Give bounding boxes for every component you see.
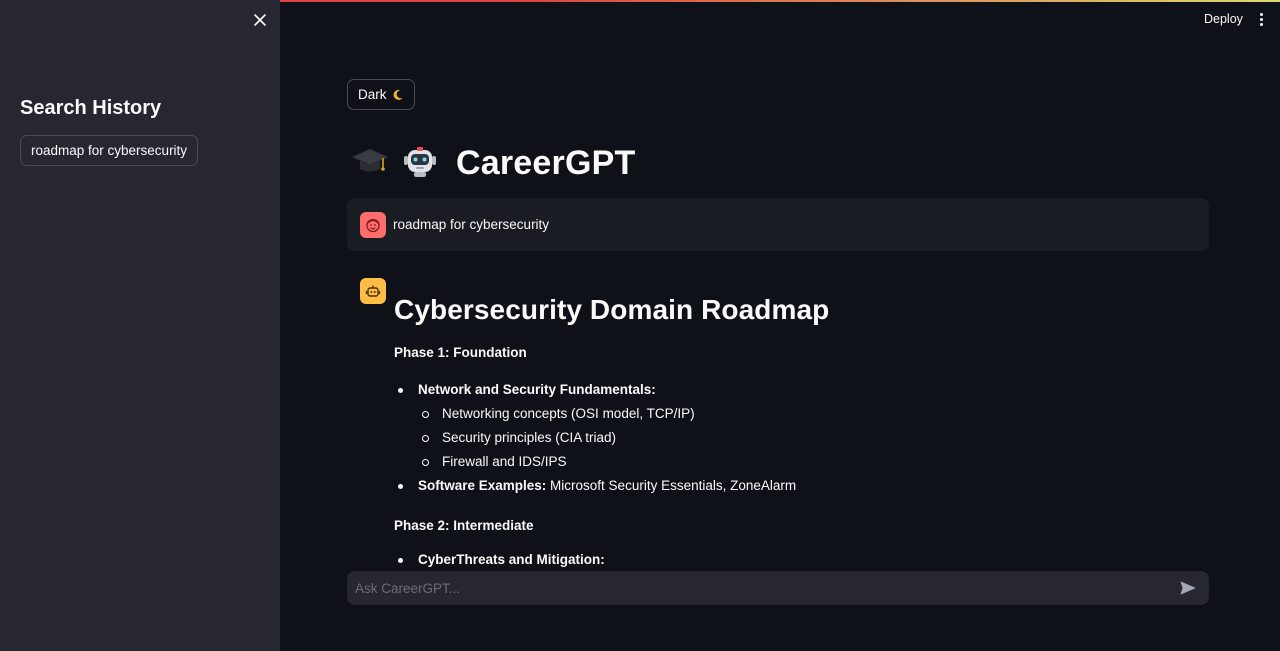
- send-icon[interactable]: [1171, 571, 1205, 605]
- list-item-label: Software Examples:: [418, 478, 547, 493]
- chat-input[interactable]: [347, 571, 1171, 605]
- page-title: CareerGPT: [456, 143, 636, 182]
- user-avatar-icon: [360, 211, 386, 238]
- user-message-text: roadmap for cybersecurity: [393, 217, 550, 232]
- list-item: CyberThreats and Mitigation:: [394, 548, 1194, 572]
- user-message: roadmap for cybersecurity: [347, 198, 1209, 251]
- page-title-row: CareerGPT: [350, 140, 635, 186]
- phase-1-list: Network and Security Fundamentals: Netwo…: [394, 378, 1194, 498]
- list-item-label: CyberThreats and Mitigation:: [418, 552, 605, 567]
- deploy-button[interactable]: Deploy: [1196, 8, 1251, 30]
- list-item: Software Examples: Microsoft Security Es…: [394, 474, 1194, 498]
- sub-list-item: Firewall and IDS/IPS: [418, 450, 1194, 474]
- theme-toggle-button[interactable]: Dark: [347, 79, 415, 110]
- moon-icon: [392, 89, 404, 101]
- assistant-message: Cybersecurity Domain Roadmap Phase 1: Fo…: [394, 290, 1194, 572]
- graduation-cap-icon: [350, 143, 390, 184]
- robot-icon: [400, 141, 440, 186]
- theme-toggle-label: Dark: [358, 87, 387, 102]
- list-item: Network and Security Fundamentals: Netwo…: [394, 378, 1194, 474]
- sub-list-item: Networking concepts (OSI model, TCP/IP): [418, 402, 1194, 426]
- phase-1-title: Phase 1: Foundation: [394, 345, 527, 360]
- kebab-menu-icon[interactable]: [1252, 9, 1270, 29]
- phase-2-list: CyberThreats and Mitigation:: [394, 548, 1194, 572]
- close-icon[interactable]: [250, 10, 270, 30]
- answer-heading: Cybersecurity Domain Roadmap: [394, 294, 830, 325]
- bot-avatar-icon: [360, 278, 386, 304]
- sub-list-item: Security principles (CIA triad): [418, 426, 1194, 450]
- sub-list: Networking concepts (OSI model, TCP/IP) …: [418, 402, 1194, 474]
- sidebar-title: Search History: [20, 97, 162, 119]
- list-item-label: Network and Security Fundamentals:: [418, 382, 656, 397]
- history-item-button[interactable]: roadmap for cybersecurity: [20, 135, 199, 166]
- sidebar: Search History roadmap for cybersecurity: [0, 0, 280, 651]
- chat-input-container: [347, 571, 1209, 605]
- list-item-text: Microsoft Security Essentials, ZoneAlarm: [546, 478, 797, 493]
- phase-2-title: Phase 2: Intermediate: [394, 518, 534, 533]
